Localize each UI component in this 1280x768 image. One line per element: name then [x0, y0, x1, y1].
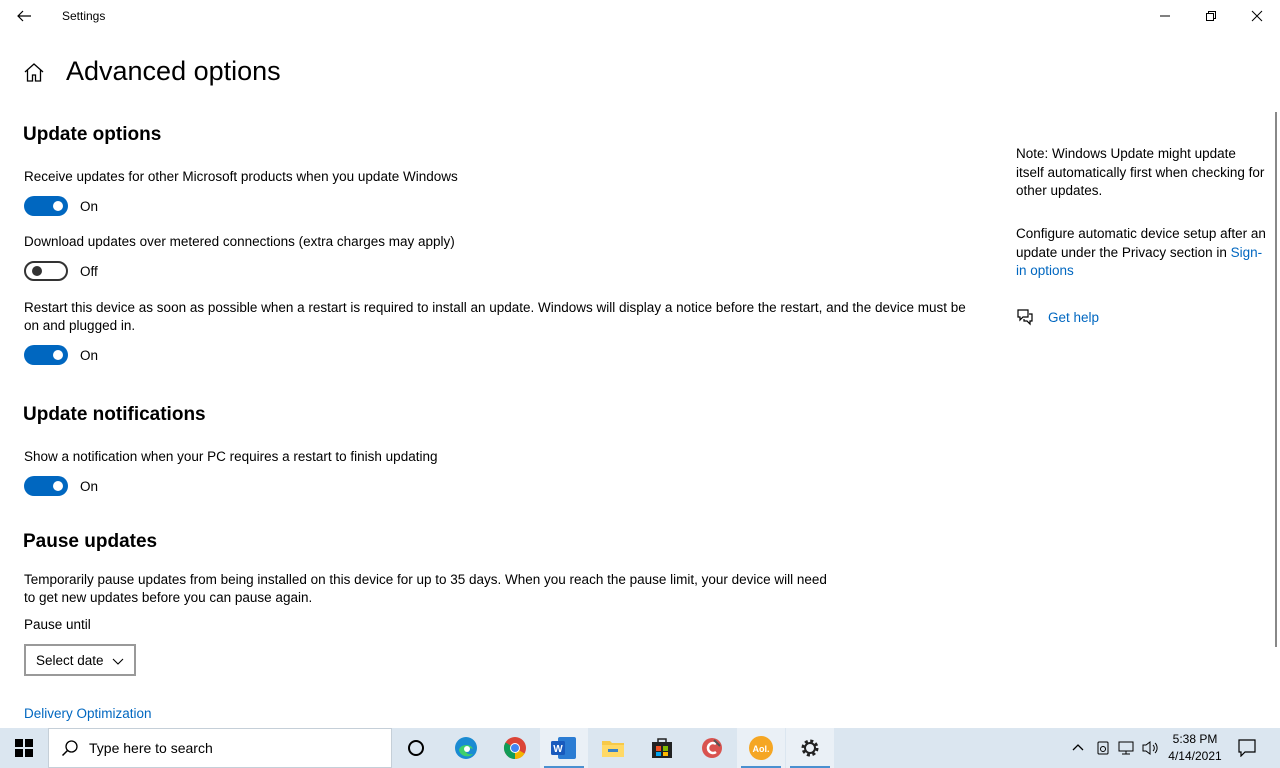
toggle-row-restart-notification: On — [24, 476, 98, 496]
device-icon — [1097, 741, 1109, 755]
toggle-knob — [53, 481, 63, 491]
edge-icon — [455, 737, 477, 759]
tray-volume-button[interactable] — [1141, 738, 1161, 758]
delivery-optimization-link[interactable]: Delivery Optimization — [24, 706, 152, 721]
settings-window: Settings Advanced options Update options… — [0, 0, 1280, 728]
show-hidden-icons-button[interactable] — [1068, 738, 1088, 758]
back-button[interactable] — [8, 2, 40, 30]
search-placeholder: Type here to search — [89, 740, 213, 756]
toggle-other-products[interactable] — [24, 196, 68, 216]
title-bar: Settings — [0, 0, 1280, 32]
volume-icon — [1142, 741, 1158, 755]
taskbar-settings[interactable] — [786, 728, 834, 768]
chrome-icon — [504, 737, 526, 759]
ccleaner-icon — [702, 738, 722, 758]
setting-label-restart-notification: Show a notification when your PC require… — [24, 449, 438, 464]
clock-time: 5:38 PM — [1172, 732, 1218, 746]
close-button[interactable] — [1234, 0, 1280, 32]
minimize-icon — [1160, 15, 1170, 17]
action-center-button[interactable] — [1237, 738, 1257, 758]
home-button[interactable] — [22, 61, 46, 85]
svg-text:Aol.: Aol. — [753, 744, 770, 754]
taskbar-word[interactable]: W — [540, 728, 588, 768]
get-help-row[interactable]: Get help — [1016, 308, 1099, 326]
taskbar-search-box[interactable]: Type here to search — [48, 728, 392, 768]
taskbar-chrome[interactable] — [491, 728, 539, 768]
home-icon — [24, 63, 44, 82]
get-help-link[interactable]: Get help — [1048, 310, 1099, 325]
network-icon — [1118, 741, 1134, 755]
restore-icon — [1206, 11, 1216, 21]
tray-device-button[interactable] — [1093, 738, 1113, 758]
taskbar-ccleaner[interactable] — [688, 728, 736, 768]
settings-icon — [801, 739, 819, 757]
store-icon — [652, 738, 672, 758]
aol-icon: Aol. — [749, 736, 773, 760]
minimize-button[interactable] — [1142, 0, 1188, 32]
window-title: Settings — [62, 9, 106, 23]
windows-update-note: Note: Windows Update might update itself… — [1016, 146, 1265, 198]
toggle-knob — [53, 201, 63, 211]
toggle-restart-notification[interactable] — [24, 476, 68, 496]
chat-help-icon — [1017, 309, 1033, 326]
toggle-state: On — [80, 347, 99, 363]
update-notifications-heading: Update notifications — [23, 404, 206, 425]
start-button[interactable] — [0, 728, 48, 768]
search-icon — [61, 740, 78, 757]
toggle-state: Off — [80, 263, 98, 279]
scrollbar[interactable] — [1275, 112, 1277, 647]
toggle-state: On — [80, 478, 99, 494]
clock-date: 4/14/2021 — [1168, 749, 1222, 763]
taskbar-clock[interactable]: 5:38 PM 4/14/2021 — [1164, 731, 1226, 765]
pause-date-select[interactable]: Select date — [24, 644, 136, 676]
chevron-down-icon — [112, 658, 124, 665]
device-setup-note: Configure automatic device setup after a… — [1016, 225, 1266, 281]
toggle-row-metered: Off — [24, 261, 98, 281]
setting-label-metered: Download updates over metered connection… — [24, 234, 455, 249]
back-arrow-icon — [17, 10, 31, 22]
page-title: Advanced options — [66, 56, 281, 86]
taskbar-file-explorer[interactable] — [589, 728, 637, 768]
pause-updates-heading: Pause updates — [23, 531, 158, 552]
word-icon: W — [551, 737, 576, 759]
select-value: Select date — [36, 652, 104, 668]
svg-text:W: W — [553, 744, 563, 755]
toggle-knob — [32, 266, 42, 276]
toggle-row-restart: On — [24, 345, 98, 365]
toggle-knob — [53, 350, 63, 360]
windows-logo-icon — [15, 739, 33, 757]
notification-icon — [1238, 739, 1256, 757]
file-explorer-icon — [602, 741, 624, 757]
restore-button[interactable] — [1188, 0, 1234, 32]
pause-updates-description: Temporarily pause updates from being ins… — [24, 572, 827, 605]
setting-label-restart: Restart this device as soon as possible … — [24, 300, 966, 333]
toggle-state: On — [80, 198, 99, 214]
chevron-up-icon — [1072, 744, 1084, 751]
taskbar-cortana[interactable] — [392, 728, 440, 768]
toggle-restart[interactable] — [24, 345, 68, 365]
device-setup-text: Configure automatic device setup after a… — [1016, 226, 1266, 260]
toggle-row-other-products: On — [24, 196, 98, 216]
update-options-heading: Update options — [23, 124, 162, 145]
taskbar-store[interactable] — [638, 728, 686, 768]
taskbar-aol[interactable]: Aol. — [737, 728, 785, 768]
taskbar-edge[interactable] — [442, 728, 490, 768]
tray-network-button[interactable] — [1116, 738, 1136, 758]
cortana-icon — [408, 740, 424, 756]
toggle-metered[interactable] — [24, 261, 68, 281]
taskbar: Type here to search W Aol. 5:38 PM 4/14/… — [0, 728, 1280, 768]
close-icon — [1251, 10, 1263, 22]
pause-until-label: Pause until — [24, 617, 91, 632]
setting-label-other-products: Receive updates for other Microsoft prod… — [24, 169, 458, 184]
